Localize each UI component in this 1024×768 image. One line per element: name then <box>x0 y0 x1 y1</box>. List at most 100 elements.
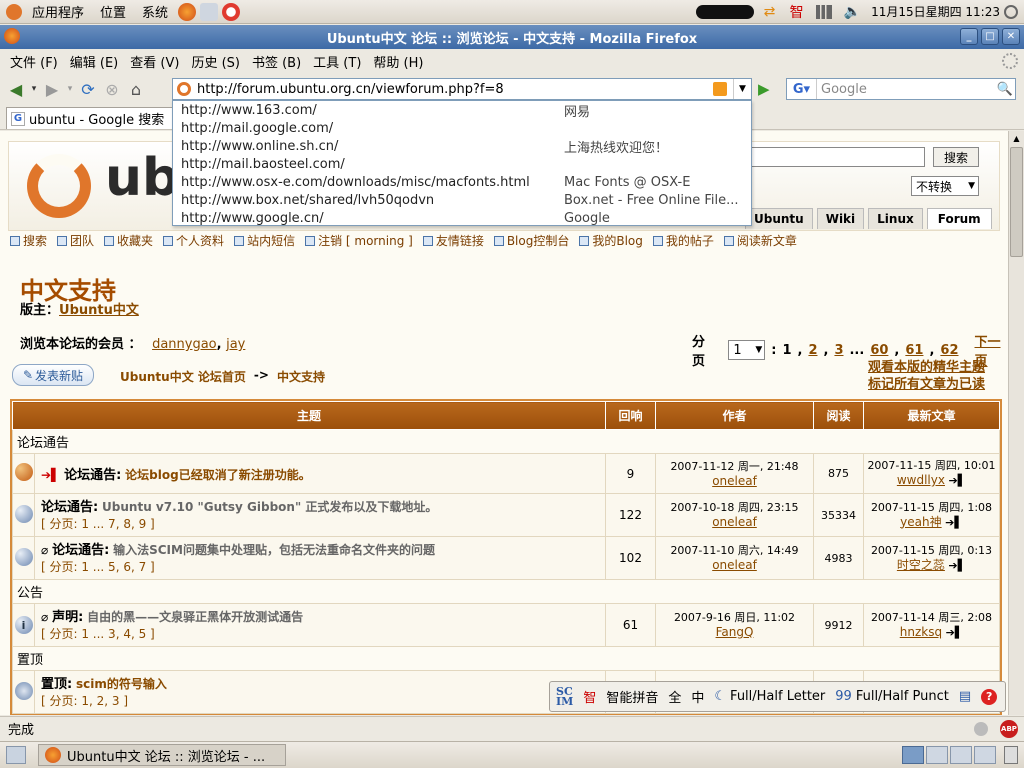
autocomplete-item[interactable]: http://www.online.sh.cn/上海热线欢迎您！ <box>173 137 751 156</box>
url-history-dropdown[interactable]: ▼ <box>733 79 751 99</box>
ubuntu-menu-icon[interactable] <box>6 3 22 20</box>
autocomplete-item[interactable]: http://mail.baosteel.com/ <box>173 155 751 173</box>
toolbar-favorites[interactable]: 收藏夹 <box>104 232 153 249</box>
ime-full-toggle[interactable]: 全 <box>668 687 681 706</box>
power-icon[interactable] <box>1004 4 1018 19</box>
toolbar-messages[interactable]: 站内短信 <box>234 232 295 249</box>
firefox-launcher-icon[interactable] <box>178 2 197 21</box>
panel-menu-places[interactable]: 位置 <box>92 2 134 21</box>
toolbar-links[interactable]: 友情链接 <box>422 232 484 249</box>
menu-history[interactable]: 历史 (S) <box>185 52 246 71</box>
page-link[interactable]: 62 <box>940 343 958 358</box>
goto-last-icon[interactable]: ➔▌ <box>948 474 966 487</box>
window-titlebar[interactable]: Ubuntu中文 论坛 :: 浏览论坛 - 中文支持 - Mozilla Fir… <box>0 25 1024 49</box>
breadcrumb-home[interactable]: Ubuntu中文 论坛首页 <box>120 368 246 385</box>
trash-icon[interactable] <box>1004 746 1018 764</box>
goto-last-icon[interactable]: ➔▌ <box>945 516 963 529</box>
adblock-icon[interactable]: ABP <box>1000 719 1018 738</box>
panel-clock[interactable]: 11月15日星期四 11:23 <box>871 3 1000 20</box>
ime-punct-toggle[interactable]: Full/Half Punct <box>856 689 949 704</box>
forward-history-dropdown[interactable]: ▾ <box>64 77 76 101</box>
site-search-button[interactable]: 搜索 <box>933 147 979 167</box>
last-post-user[interactable]: yeah神 <box>900 515 941 529</box>
menu-edit[interactable]: 编辑 (E) <box>64 52 125 71</box>
go-button[interactable]: ▶ <box>758 80 770 98</box>
author-link[interactable]: oneleaf <box>656 558 813 572</box>
topic-title-link[interactable]: Ubuntu v7.10 "Gutsy Gibbon" 正式发布以及下载地址。 <box>102 500 437 514</box>
topic-title-link[interactable]: scim的符号输入 <box>76 677 167 691</box>
minimize-button[interactable]: _ <box>960 28 978 45</box>
topic-title-link[interactable]: 论坛blog已经取消了新注册功能。 <box>125 468 311 482</box>
toolbar-my-blog[interactable]: 我的Blog <box>579 232 643 249</box>
ime-mode-icon[interactable]: 智 <box>583 687 596 706</box>
author-link[interactable]: oneleaf <box>656 515 813 529</box>
home-button[interactable]: ⌂ <box>124 77 148 101</box>
topic-pages[interactable]: [ 分页: 1 ... 7, 8, 9 ] <box>41 516 605 532</box>
network-icon[interactable]: ⇄ <box>764 4 784 20</box>
menu-view[interactable]: 查看 (V) <box>124 52 185 71</box>
rss-icon[interactable] <box>713 82 727 96</box>
menu-tools[interactable]: 工具 (T) <box>307 52 367 71</box>
taskbar-window-button[interactable]: Ubuntu中文 论坛 :: 浏览论坛 - ... <box>38 744 286 766</box>
last-post-user[interactable]: wwdllyx <box>897 473 945 487</box>
ime-setup-icon[interactable]: ▤ <box>959 689 971 704</box>
topic-pages[interactable]: [ 分页: 1, 2, 3 ] <box>41 693 605 709</box>
panel-menu-applications[interactable]: 应用程序 <box>24 2 92 21</box>
back-history-dropdown[interactable]: ▾ <box>28 77 40 101</box>
new-post-button[interactable]: ✎ 发表新贴 <box>12 364 94 386</box>
page-link[interactable]: 61 <box>905 343 923 358</box>
search-box[interactable]: G▾ Google 🔍 <box>786 78 1016 100</box>
workspace-switcher[interactable] <box>902 746 996 764</box>
autocomplete-item[interactable]: http://www.osx-e.com/downloads/misc/macf… <box>173 173 751 191</box>
menu-bookmarks[interactable]: 书签 (B) <box>246 52 307 71</box>
page-scrollbar[interactable]: ▲ <box>1008 131 1024 715</box>
toolbar-blog-console[interactable]: Blog控制台 <box>493 232 569 249</box>
google-engine-icon[interactable]: G▾ <box>787 79 817 99</box>
toolbar-search[interactable]: 搜索 <box>10 232 47 249</box>
browser-tab[interactable]: G ubuntu - Google 搜索 <box>6 107 174 129</box>
topic-pages[interactable]: [ 分页: 1 ... 3, 4, 5 ] <box>41 626 605 642</box>
help-launcher-icon[interactable] <box>222 2 241 21</box>
page-link[interactable]: 60 <box>870 343 888 358</box>
toolbar-team[interactable]: 团队 <box>57 232 94 249</box>
page-link[interactable]: 3 <box>834 343 843 358</box>
toolbar-logout[interactable]: 注销 [ morning ] <box>305 232 413 249</box>
ime-name[interactable]: 智能拼音 <box>606 687 658 706</box>
mark-read-link[interactable]: 标记所有文章为已读 <box>868 376 985 393</box>
site-tab-linux[interactable]: Linux <box>868 208 923 229</box>
author-link[interactable]: oneleaf <box>656 474 813 488</box>
close-button[interactable]: ✕ <box>1002 28 1020 45</box>
menu-help[interactable]: 帮助 (H) <box>367 52 429 71</box>
encoding-select[interactable]: 不转换 ▼ <box>911 176 979 196</box>
topic-title-link[interactable]: 自由的黑——文泉驿正黑体开放测试通告 <box>87 610 303 624</box>
last-post-user[interactable]: 时空之蕊 <box>897 558 945 572</box>
scim-logo-icon[interactable]: SC IM <box>556 686 573 707</box>
autocomplete-item[interactable]: http://www.163.com/网易 <box>173 101 751 120</box>
ime-letter-toggle[interactable]: Full/Half Letter <box>730 689 825 704</box>
moderator-link[interactable]: Ubuntu中文 <box>59 303 139 318</box>
ime-help-icon[interactable]: ? <box>981 688 998 705</box>
search-go-icon[interactable]: 🔍 <box>995 82 1015 97</box>
digest-link[interactable]: 观看本版的精华主题 <box>868 359 985 376</box>
last-post-user[interactable]: hnzksq <box>900 625 942 639</box>
ime-chinese-toggle[interactable]: 中 <box>691 687 704 706</box>
stop-button[interactable]: ⊗ <box>100 77 124 101</box>
breadcrumb-current[interactable]: 中文支持 <box>277 368 325 385</box>
panel-menu-system[interactable]: 系统 <box>134 2 176 21</box>
forward-button[interactable]: ▶ <box>40 77 64 101</box>
scroll-thumb[interactable] <box>1010 147 1023 257</box>
topic-title-link[interactable]: 输入法SCIM问题集中处理贴，包括无法重命名文件夹的问题 <box>113 543 435 557</box>
site-tab-wiki[interactable]: Wiki <box>816 208 865 229</box>
toolbar-my-posts[interactable]: 我的帖子 <box>652 232 714 249</box>
viewer-link[interactable]: dannygao <box>152 337 217 352</box>
page-link[interactable]: 2 <box>808 343 817 358</box>
show-desktop-icon[interactable] <box>6 746 26 764</box>
site-search-input[interactable] <box>749 147 925 167</box>
autocomplete-item[interactable]: http://www.box.net/shared/lvh50qodvn Box.… <box>173 191 751 209</box>
toolbar-new-posts[interactable]: 阅读新文章 <box>723 232 797 249</box>
url-bar[interactable]: http://forum.ubuntu.org.cn/viewforum.php… <box>172 78 752 100</box>
autocomplete-item[interactable]: http://mail.google.com/ <box>173 119 751 137</box>
back-button[interactable]: ◀ <box>4 77 28 101</box>
site-tab-ubuntu[interactable]: Ubuntu <box>745 208 813 229</box>
reload-button[interactable]: ⟳ <box>76 77 100 101</box>
